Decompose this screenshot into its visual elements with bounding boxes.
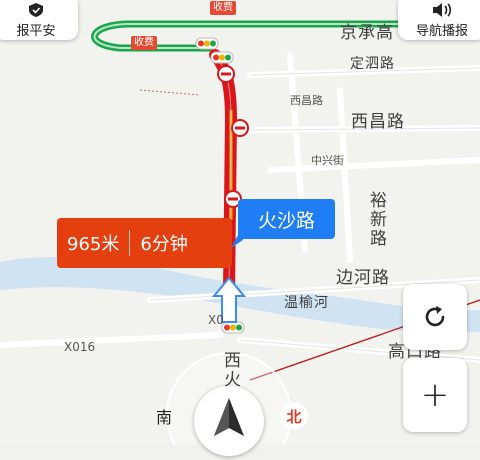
road-label-zhongxing: 中兴街 [311, 154, 344, 167]
compass-arrow-icon [214, 398, 244, 436]
no-entry-icon [217, 65, 235, 83]
no-entry-icon [231, 119, 249, 137]
road-label-dingsi: 定泗路 [350, 56, 395, 72]
zoom-in-button[interactable]: + [403, 358, 467, 432]
toll-badge: 收费 [131, 36, 157, 50]
traffic-light-icon [195, 37, 219, 50]
compass-button[interactable] [194, 386, 264, 456]
voice-broadcast-button[interactable]: 导航播报 [398, 0, 480, 40]
report-safety-button[interactable]: 报平安 [0, 0, 78, 40]
refresh-icon [425, 306, 445, 327]
remaining-distance: 965米 [67, 234, 120, 255]
road-label-yuxin: 裕 新 路 [370, 191, 388, 249]
road-label-xichang-small: 西昌路 [290, 94, 323, 107]
refresh-route-button[interactable] [403, 284, 467, 350]
voice-broadcast-label: 导航播报 [415, 23, 468, 39]
compass-south: 南 [156, 408, 173, 427]
remaining-time: 6分钟 [140, 234, 188, 255]
river-label-wenyu: 温榆河 [284, 295, 329, 311]
shield-icon [29, 2, 43, 17]
speaker-icon [433, 2, 452, 17]
road-label-xi-vertical: 西 火 [224, 351, 242, 390]
road-label-x0: X0 [208, 313, 224, 327]
plus-icon: + [420, 375, 450, 415]
road-label-x016: X016 [64, 340, 96, 354]
eta-card[interactable]: 965米 6分钟 [57, 218, 232, 268]
road-label-bianhe: 边河路 [336, 268, 390, 288]
traffic-light-icon [210, 51, 234, 64]
report-safety-label: 报平安 [16, 23, 56, 39]
traffic-light-icon [221, 321, 245, 334]
road-label-jingcheng: 京承高 [340, 23, 394, 43]
compass-north: 北 [280, 402, 308, 430]
road-label-xichang: 西昌路 [351, 112, 405, 132]
toll-badge: 收费 [210, 1, 236, 15]
current-road-tag: 火沙路 [238, 199, 335, 239]
